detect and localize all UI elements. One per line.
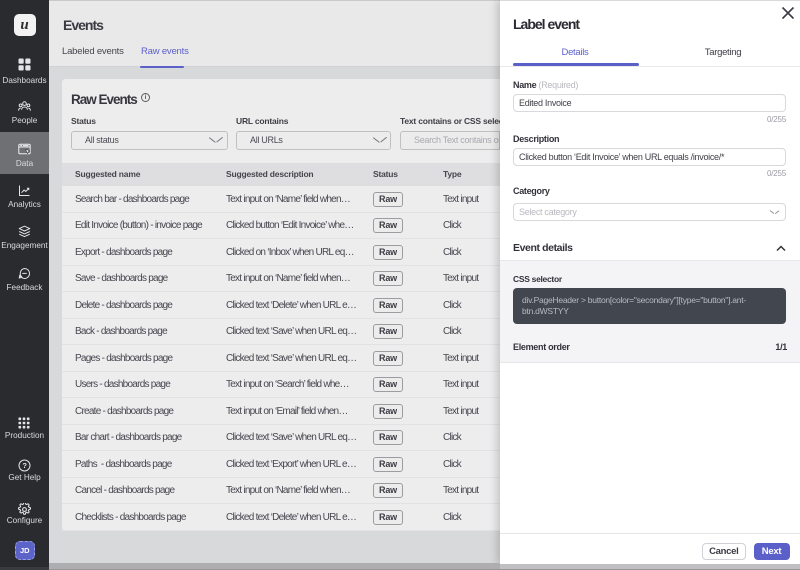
svg-text:?: ?	[22, 461, 27, 470]
